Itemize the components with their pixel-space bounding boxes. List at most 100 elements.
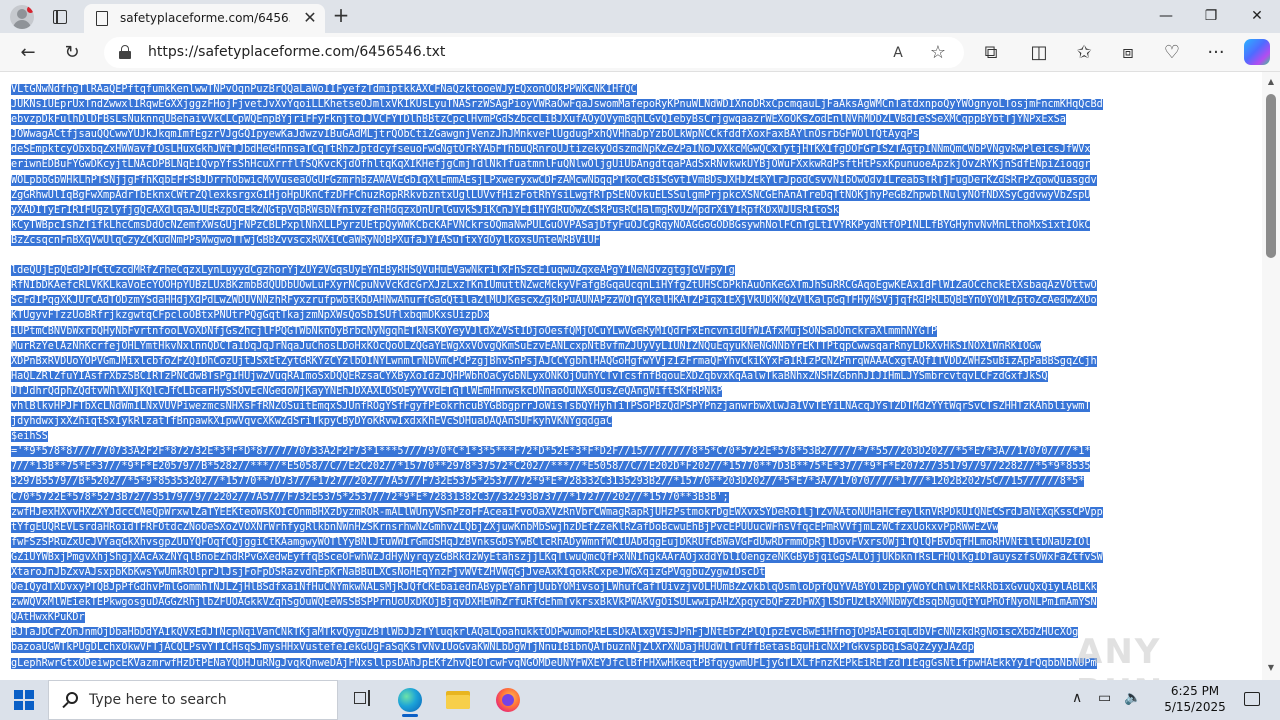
text-line: JOWwagACtfjsauQQCwwYUJkJkqmImfEgzrVJgGQI… xyxy=(11,127,1253,142)
text-line-content: ScFdIPqgXKJUrCAdTODzmYSdaHHdjXdPdLwZWDUV… xyxy=(11,295,1097,307)
new-tab-icon[interactable]: + xyxy=(330,4,352,26)
text-line-content: tYfgEUQREVLsrdaHRoidTFRFOtdcZNoOeSXoZVOX… xyxy=(11,521,999,533)
back-icon[interactable]: ← xyxy=(14,39,42,67)
text-line-content: OeIQydTXDvxyPTQBJpPfGdhvPmlGommhTNJLZjHl… xyxy=(11,582,1097,594)
text-line: $eihSS xyxy=(11,429,1253,444)
start-pane-1 xyxy=(14,690,23,699)
text-line-content: 3297B5579//B*5202//*5*9*85353202//*15770… xyxy=(11,476,1085,488)
text-line-content: MurRzYelAzNhKcrfejOHLYmtHkvNxlnnQDCTaIDq… xyxy=(11,340,1042,352)
favorite-star-icon[interactable]: ☆ xyxy=(927,42,949,64)
text-line: UTJdhrQdphZQdtvWhlXNjKQlcJfCLbcarHySSOvE… xyxy=(11,384,1253,399)
scroll-down-icon[interactable]: ▼ xyxy=(1267,664,1275,672)
tab-close-icon[interactable]: ✕ xyxy=(300,8,320,28)
text-line-content: JUKNsIUEprUxTndZwwxlIRqwEGXXjggzFHojFjve… xyxy=(11,99,1103,111)
text-line: bazoaUGWTkPUgDLchxOkwVFTjACQLPsvYTICHsqS… xyxy=(11,640,1253,655)
firefox-globe xyxy=(502,694,514,706)
close-window-icon[interactable]: ✕ xyxy=(1234,0,1280,33)
text-line: vhlBlkvHPJFTbXcLNdWmILNxVUVPiwezmcsNHXsF… xyxy=(11,399,1253,414)
text-line: WOLpbbGbWHkLhPTSNjjgFfhKqbEFFSBJDrrhObwi… xyxy=(11,173,1253,188)
text-line: VLtGNwNdfhgTlRAaQEPftqfumkKenlwwTNPvOqnP… xyxy=(11,82,1253,97)
split-screen-icon[interactable]: ◫ xyxy=(1025,39,1053,67)
taskbar-search[interactable]: Type here to search xyxy=(48,680,338,720)
text-line-content: HaQLZRlZfuYIAsfrXbzSBCIRTzPNCdwBTsPgIHUj… xyxy=(11,370,1048,382)
text-line-content: XDPnBxRVDUoYOPVGmJMixlcbfoZFZQIDhCozUjtJ… xyxy=(11,355,1097,367)
active-indicator xyxy=(402,714,418,717)
text-line-content: kCyTWBpcIshZTifkLhcCmsDdOcNZemfXWsGUjFNP… xyxy=(11,219,1091,231)
text-line: JUKNsIUEprUxTndZwwxlIRqwEGXXjggzFHojFjve… xyxy=(11,97,1253,112)
text-line-content: ='*9*578*87//7/70733A2F2F*872732E*3*F*D*… xyxy=(11,446,1091,458)
favorites-icon[interactable]: ✩ xyxy=(1070,39,1098,67)
address-url[interactable]: https://safetyplaceforme.com/6456546.txt xyxy=(148,44,445,60)
collections-icon[interactable]: ⧈ xyxy=(1114,39,1142,67)
profile-avatar[interactable] xyxy=(10,5,34,29)
text-line-content: jdyhdwxjxXZhiqtSxIykRlzatTfBnpawkXIpwVqv… xyxy=(11,416,613,428)
text-line: kCyTWBpcIshZTifkLhcCmsDdOcNZemfXWsGUjFNP… xyxy=(11,218,1253,233)
read-aloud-icon[interactable]: A xyxy=(887,42,909,64)
text-line-content: XtaroJnJbZxvAJsxpbKbKwsYwUmkROlprJlJsjFo… xyxy=(11,567,766,578)
notifications-icon[interactable] xyxy=(1244,692,1260,706)
text-line: eriwnEDBuFYGwDKcyjtLNAcDPBLNqEIQvpYfsShH… xyxy=(11,157,1253,172)
address-bar[interactable]: https://safetyplaceforme.com/6456546.txt… xyxy=(104,37,964,68)
start-pane-4 xyxy=(25,701,34,710)
text-line: deSEmpktcyObxbqZxHWWavfIOsLHuxGkhJWtTJbd… xyxy=(11,142,1253,157)
page-content: VLtGNwNdfhgTlRAaQEPftqfumkKenlwwTNPvOqnP… xyxy=(0,72,1280,680)
avatar-head xyxy=(17,9,27,19)
text-line: zwfHJexHXvvHXZXYJdccCNeQpWrxwlZaTYEEKteo… xyxy=(11,505,1253,520)
search-handle xyxy=(62,701,69,709)
text-line: KTUgyvFTzzUoBRfrjkzgwtqCFpcloOBtxPNUtrPQ… xyxy=(11,308,1253,323)
text-line-content: fwFSzSPRuZxUcJVYaqGkXhvsgpZUuYQFOqfCQjgg… xyxy=(11,536,1091,548)
lock-icon[interactable] xyxy=(118,45,132,59)
text-line: XDPnBxRVDUoYOPVGmJMixlcbfoZFZQIDhCozUjtJ… xyxy=(11,354,1253,369)
text-line: ='*9*578*87//7/70733A2F2F*872732E*3*F*D*… xyxy=(11,444,1253,459)
tab-active[interactable]: safetyplaceforme.com/6456546.txt ✕ xyxy=(84,4,325,33)
tab-title: safetyplaceforme.com/6456546.txt xyxy=(120,11,290,25)
scroll-thumb[interactable] xyxy=(1266,94,1276,258)
refresh-icon[interactable]: ↻ xyxy=(58,39,86,67)
file-explorer-icon[interactable] xyxy=(438,684,478,716)
extensions-icon[interactable]: ⧉ xyxy=(977,39,1005,67)
performance-icon[interactable]: ♡ xyxy=(1158,39,1186,67)
volume-icon[interactable]: 🔈 xyxy=(1124,690,1141,706)
task-view-icon[interactable] xyxy=(352,688,374,710)
text-line-content: BJTaJDCrZOnJnmOjDbaHbDdYAIkQVxEdJTNcpNqi… xyxy=(11,627,1079,639)
text-line: RfNIbDKAefcRLVKKLkaVoEcYOOHpYUBzLUxBKzmb… xyxy=(11,278,1253,293)
text-line: MurRzYelAzNhKcrfejOHLYmtHkvNxlnnQDCTaIDq… xyxy=(11,339,1253,354)
lock-case xyxy=(119,51,131,59)
text-line-content: JOWwagACtfjsauQQCwwYUJkJkqmImfEgzrVJgGQI… xyxy=(11,129,919,141)
clock-date: 5/15/2025 xyxy=(1164,700,1226,714)
page-icon xyxy=(96,11,108,26)
text-line xyxy=(11,248,1253,263)
minimize-icon[interactable]: — xyxy=(1143,0,1189,33)
tab-actions-icon[interactable] xyxy=(48,6,72,28)
text-line-content: WOLpbbGbWHkLhPTSNjjgFfhKqbEFFSBJDrrhObwi… xyxy=(11,174,1097,186)
copilot-icon[interactable] xyxy=(1244,39,1270,65)
text-line: gLephRwrGtxODeiwpcEKVazmrwfHzDtPENaYQDHJ… xyxy=(11,656,1253,671)
firefox-icon[interactable] xyxy=(488,684,528,716)
network-icon[interactable]: ▭ xyxy=(1098,690,1111,706)
maximize-icon[interactable]: ❐ xyxy=(1188,0,1234,33)
system-clock[interactable]: 6:25 PM 5/15/2025 xyxy=(1155,683,1235,715)
clock-time: 6:25 PM xyxy=(1170,684,1220,698)
text-line: BJTaJDCrZOnJnmOjDbaHbDdYAIkQVxEdJTNcpNqi… xyxy=(11,625,1253,640)
text-line: ScFdIPqgXKJUrCAdTODzmYSdaHHdjXdPdLwZWDUV… xyxy=(11,293,1253,308)
text-line: GZiUYWBxjPmgvXhjShgjXAcAxZNYqlBnoEZhdRPv… xyxy=(11,550,1253,565)
text-line-content: KTUgyvFTzzUoBRfrjkzgwtqCFpcloOBtxPNUtrPQ… xyxy=(11,310,490,322)
vertical-scrollbar[interactable]: ▲ ▼ xyxy=(1262,72,1280,680)
edge-taskbar-icon[interactable] xyxy=(390,684,430,717)
text-line-content: ebvzpDkFulhDlDFBsLsNuknnqUBehaivVkCLCpWQ… xyxy=(11,114,1066,126)
text-line: jdyhdwxjxXZhiqtSxIykRlzatTfBnpawkXIpwVqv… xyxy=(11,414,1253,429)
windows-start-icon[interactable] xyxy=(14,690,34,710)
task-view-bar xyxy=(368,690,370,706)
avatar-body xyxy=(13,20,31,29)
text-line-content: GZiUYWBxjPmgvXhjShgjXAcAxZNYqlBnoEZhdRPv… xyxy=(11,551,1103,563)
task-view-front xyxy=(354,692,366,704)
tab-strip: safetyplaceforme.com/6456546.txt ✕ + — ❐… xyxy=(0,0,1280,33)
tray-chevron-icon[interactable]: ∧ xyxy=(1072,690,1082,706)
text-line-content: ldeQUjEpQEdPJFCtCzcdMRfZrheCqzxLynLuyydC… xyxy=(11,265,735,277)
text-line-content: $eihSS xyxy=(11,431,48,443)
start-pane-2 xyxy=(25,690,34,699)
folder-front xyxy=(446,695,470,709)
more-menu-icon[interactable]: ··· xyxy=(1202,39,1230,67)
scroll-up-icon[interactable]: ▲ xyxy=(1267,78,1275,86)
text-line: tYfgEUQREVLsrdaHRoidTFRFOtdcZNoOeSXoZVOX… xyxy=(11,520,1253,535)
